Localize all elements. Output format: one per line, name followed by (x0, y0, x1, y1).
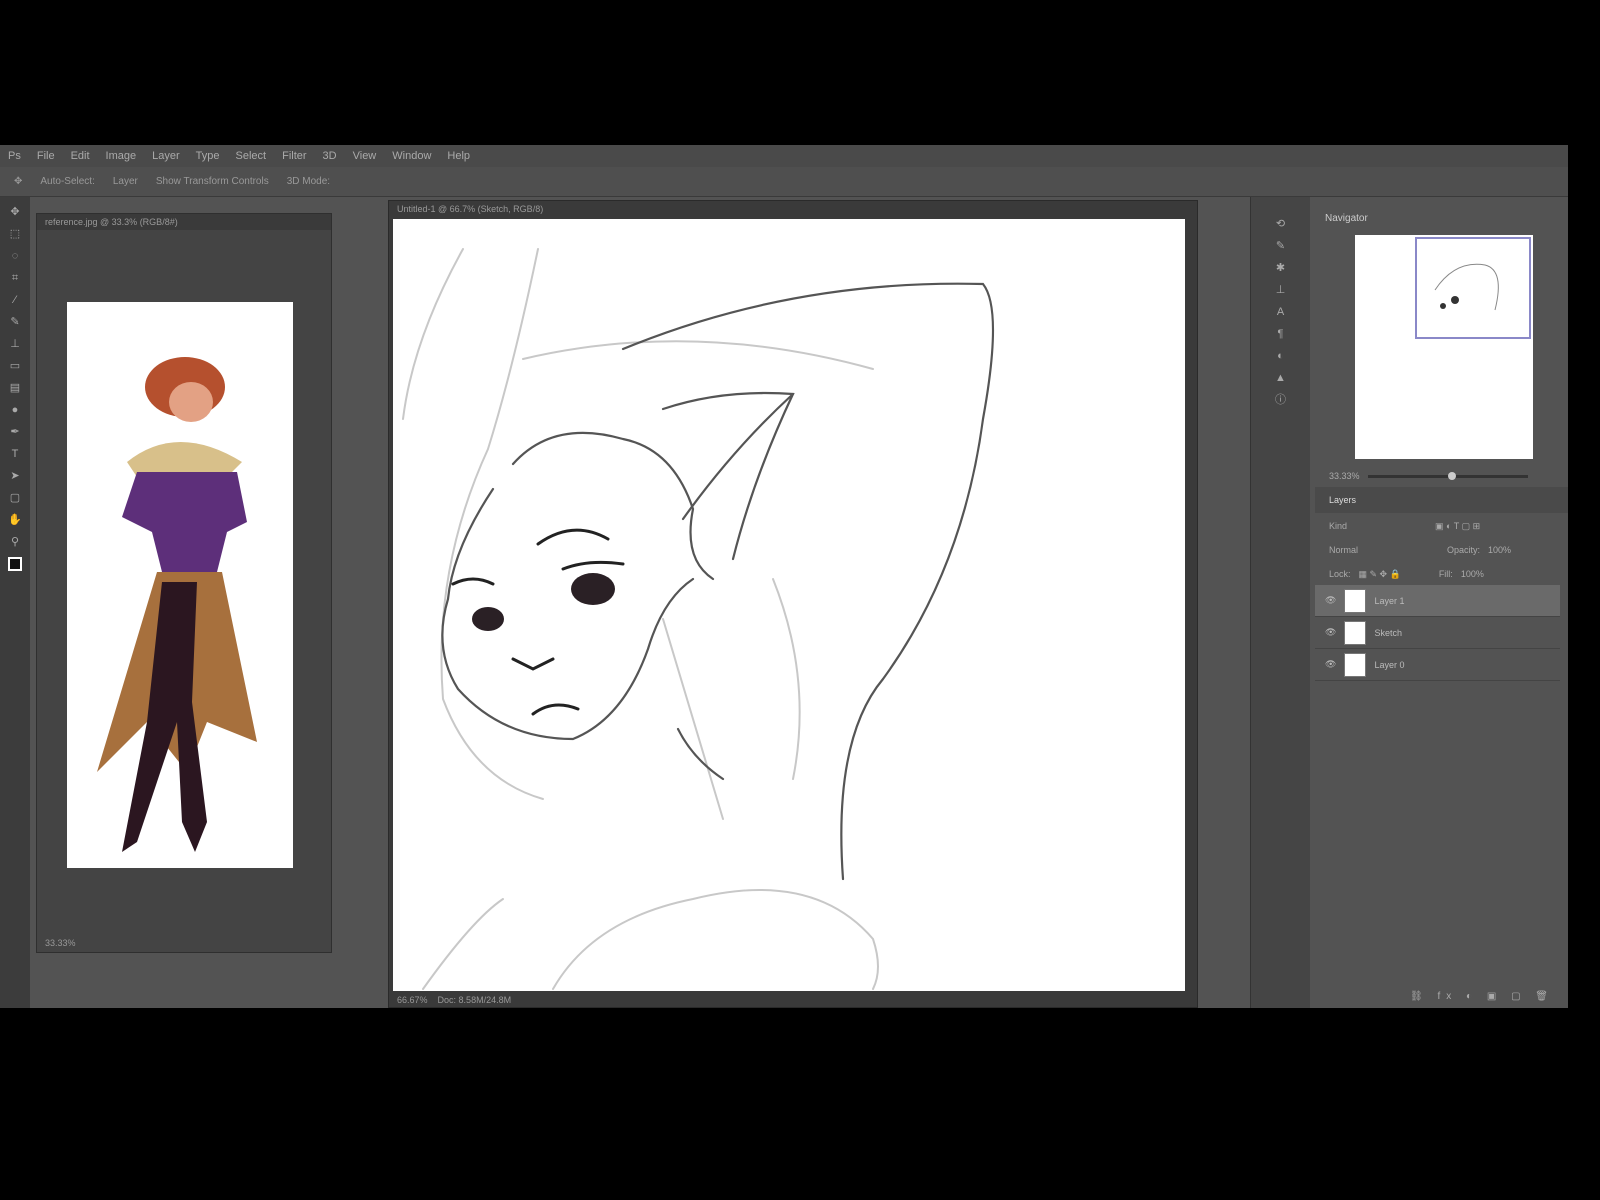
drawing-canvas[interactable] (393, 219, 1185, 991)
photoshop-app: Ps File Edit Image Layer Type Select Fil… (0, 145, 1600, 1008)
zoom-tool-icon[interactable]: ⚲ (8, 535, 22, 549)
hand-tool-icon[interactable]: ✋ (8, 513, 22, 527)
marquee-tool-icon[interactable]: ⬚ (8, 227, 22, 241)
stamp-tool-icon[interactable]: ⊥ (8, 337, 22, 351)
menu-edit[interactable]: Edit (71, 150, 90, 162)
menu-window[interactable]: Window (392, 150, 431, 162)
layers-tab[interactable]: Layers (1329, 495, 1356, 505)
visibility-eye-icon[interactable]: 👁 (1325, 659, 1336, 670)
layer-name[interactable]: Sketch (1374, 628, 1402, 638)
layer-thumbnail (1344, 652, 1367, 677)
fill-label: Fill: (1438, 569, 1453, 579)
menu-select[interactable]: Select (236, 150, 267, 162)
adjustments-icon[interactable]: ◐ (1274, 349, 1288, 363)
menu-image[interactable]: Image (106, 150, 137, 162)
paragraph-icon[interactable]: ¶ (1274, 327, 1288, 341)
brushes-icon[interactable]: ✱ (1274, 261, 1288, 275)
navigator-zoom[interactable]: 33.33% (1329, 471, 1360, 481)
clone-source-icon[interactable]: ⊥ (1274, 283, 1288, 297)
right-panels: Navigator 33.33% Layers Kind ▣ ◐ T ▢ ⊞ No… (1315, 197, 1568, 1008)
blend-row: Normal Opacity: 100% (1315, 537, 1568, 563)
navigator-zoom-row: 33.33% (1315, 463, 1568, 489)
move-tool-icon[interactable]: ✥ (14, 176, 22, 187)
doc-size: Doc: 8.58M/24.8M (437, 995, 512, 1005)
menu-view[interactable]: View (353, 150, 377, 162)
visibility-eye-icon[interactable]: 👁 (1325, 627, 1336, 638)
layer-filter-row: Kind ▣ ◐ T ▢ ⊞ (1329, 520, 1481, 532)
menu-ps-logo: Ps (8, 150, 21, 162)
main-status-bar: 66.67% Doc: 8.58M/24.8M (397, 995, 511, 1005)
layer-thumbnail (1344, 588, 1367, 613)
styles-icon[interactable]: ▲ (1274, 371, 1288, 385)
main-zoom-level[interactable]: 66.67% (397, 995, 428, 1005)
character-icon[interactable]: A (1274, 305, 1288, 319)
pen-tool-icon[interactable]: ✒ (8, 425, 22, 439)
layer-name[interactable]: Layer 0 (1374, 660, 1404, 670)
opacity-value[interactable]: 100% (1488, 545, 1511, 555)
gradient-tool-icon[interactable]: ▤ (8, 381, 22, 395)
dodge-tool-icon[interactable]: ● (8, 403, 22, 417)
layer-actions-bar[interactable]: ⛓ fx ◐ ▣ ▢ 🗑 (1410, 991, 1554, 1002)
layer-thumbnail (1344, 620, 1367, 645)
menu-3d[interactable]: 3D (323, 150, 337, 162)
navigator-thumbnail[interactable] (1355, 235, 1533, 459)
info-icon[interactable]: ⓘ (1274, 393, 1288, 407)
menu-type[interactable]: Type (196, 150, 220, 162)
kind-filter[interactable]: Kind (1329, 521, 1347, 531)
lock-icons[interactable]: ▦ ✎ ✥ 🔒 (1359, 569, 1401, 580)
auto-select-checkbox[interactable]: Auto-Select: (40, 176, 94, 187)
fill-value[interactable]: 100% (1461, 569, 1484, 579)
menu-filter[interactable]: Filter (282, 150, 306, 162)
move-tool-icon[interactable]: ✥ (8, 205, 22, 219)
main-window-title[interactable]: Untitled-1 @ 66.7% (Sketch, RGB/8) (389, 201, 1197, 217)
opacity-label: Opacity: (1447, 545, 1481, 555)
right-edge (1568, 145, 1600, 1008)
reference-document-window[interactable]: reference.jpg @ 33.3% (RGB/8#) 33.33% (36, 213, 332, 953)
history-icon[interactable]: ⟲ (1274, 217, 1288, 231)
layer-name[interactable]: Layer 1 (1374, 596, 1404, 606)
show-transform-checkbox[interactable]: Show Transform Controls (156, 176, 269, 187)
layer-row[interactable]: 👁 Layer 0 (1315, 649, 1560, 681)
lock-row: Lock: ▦ ✎ ✥ 🔒 Fill: 100% (1315, 561, 1568, 587)
eyedropper-tool-icon[interactable]: ⁄ (8, 293, 22, 307)
menu-help[interactable]: Help (447, 150, 470, 162)
main-document-window[interactable]: Untitled-1 @ 66.7% (Sketch, RGB/8) 66.67… (388, 200, 1198, 1008)
lock-label: Lock: (1329, 569, 1351, 579)
toolbox: ✥ ⬚ ◌ ⌗ ⁄ ✎ ⊥ ▭ ▤ ● ✒ T ➤ ▢ ✋ ⚲ (0, 197, 30, 1008)
reference-window-title[interactable]: reference.jpg @ 33.3% (RGB/8#) (37, 214, 331, 230)
type-tool-icon[interactable]: T (8, 447, 22, 461)
3d-mode-label: 3D Mode: (286, 176, 331, 187)
navigator-zoom-slider[interactable] (1367, 471, 1528, 480)
layers-panel-header: Layers (1315, 487, 1568, 513)
path-select-tool-icon[interactable]: ➤ (8, 469, 22, 483)
menu-file[interactable]: File (37, 150, 55, 162)
shape-tool-icon[interactable]: ▢ (8, 491, 22, 505)
panel-icon-dock: ⟲ ✎ ✱ ⊥ A ¶ ◐ ▲ ⓘ (1250, 197, 1310, 1008)
reference-zoom-level[interactable]: 33.33% (45, 938, 76, 948)
color-swatches-icon[interactable] (8, 557, 22, 571)
reference-character-image (67, 302, 293, 868)
eraser-tool-icon[interactable]: ▭ (8, 359, 22, 373)
blend-mode-select[interactable]: Normal (1329, 545, 1439, 555)
options-bar: ✥ Auto-Select: Layer Show Transform Cont… (0, 167, 1600, 197)
navigator-tab[interactable]: Navigator (1325, 213, 1368, 224)
menu-bar: Ps File Edit Image Layer Type Select Fil… (0, 145, 1600, 167)
layer-row[interactable]: 👁 Sketch (1315, 617, 1560, 649)
visibility-eye-icon[interactable]: 👁 (1325, 595, 1336, 606)
crop-tool-icon[interactable]: ⌗ (8, 271, 22, 285)
brush-settings-icon[interactable]: ✎ (1274, 239, 1288, 253)
lasso-tool-icon[interactable]: ◌ (8, 249, 22, 263)
layer-row[interactable]: 👁 Layer 1 (1315, 585, 1560, 617)
menu-layer[interactable]: Layer (152, 150, 180, 162)
layer-select[interactable]: Layer (113, 176, 138, 187)
brush-tool-icon[interactable]: ✎ (8, 315, 22, 329)
